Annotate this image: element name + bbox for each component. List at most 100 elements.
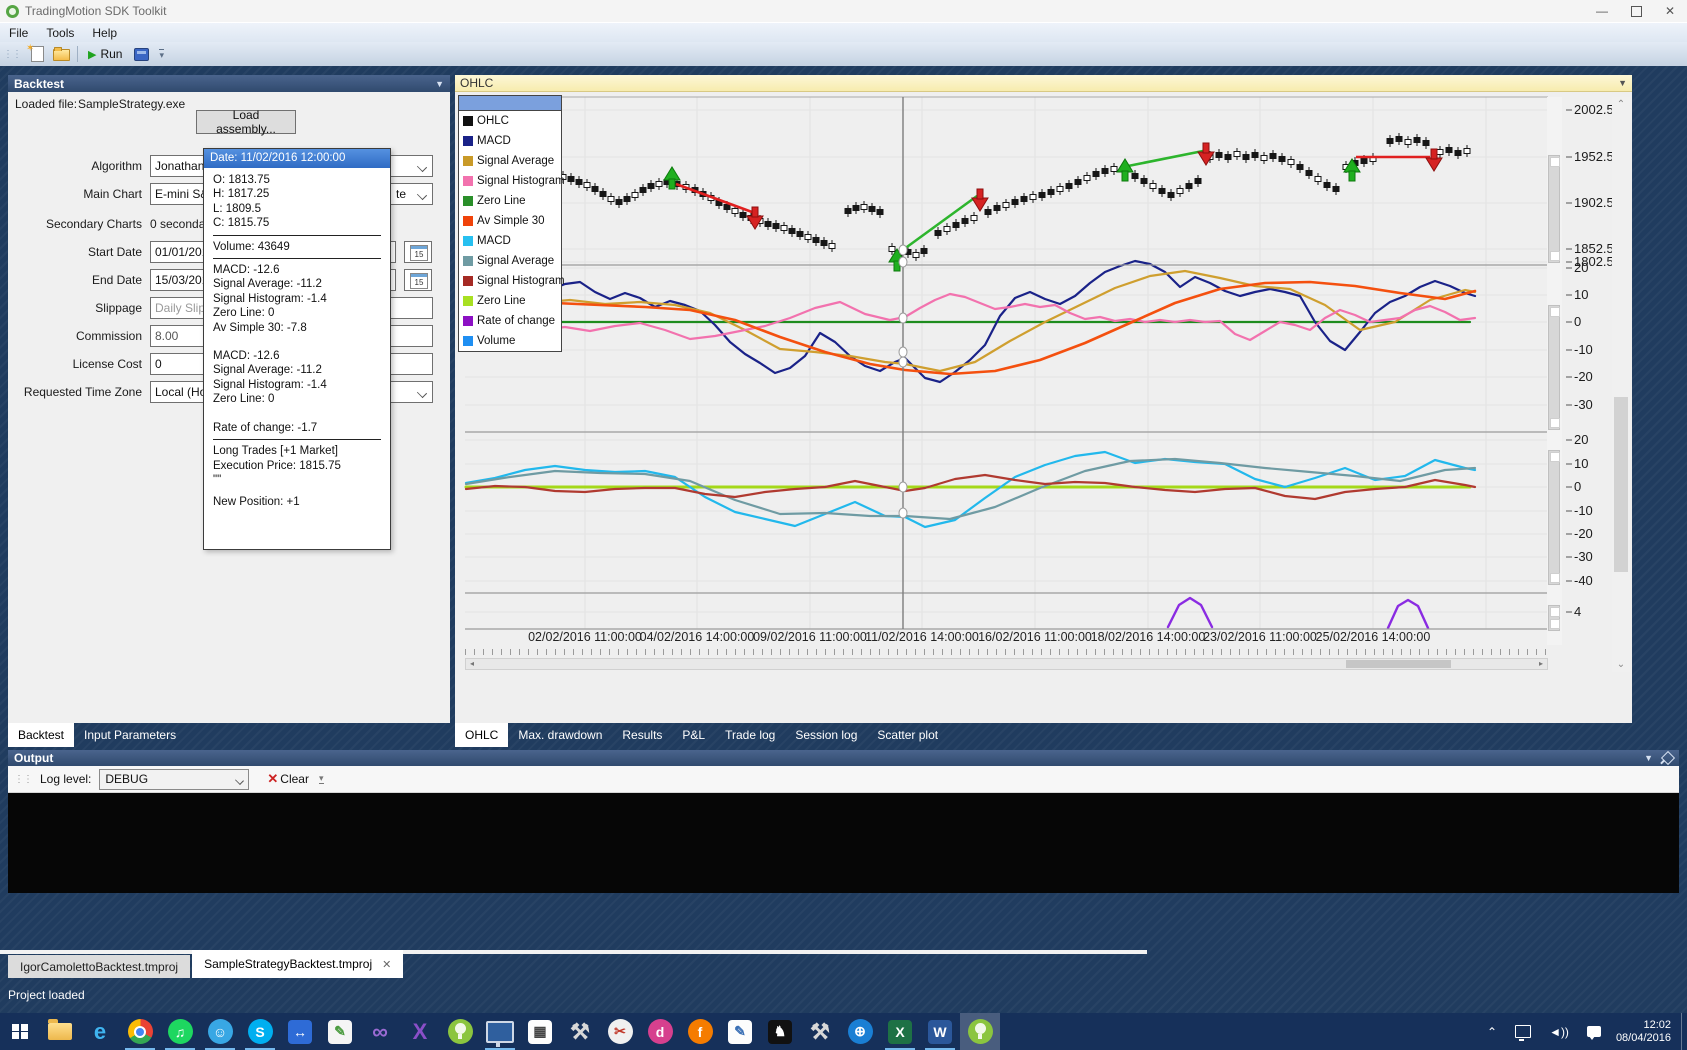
chart-panel-menu-arrow-icon[interactable]: ▼: [1618, 78, 1627, 88]
report-window-icon[interactable]: [134, 47, 150, 61]
pin-icon[interactable]: [1660, 750, 1676, 766]
taskbar-icon-start[interactable]: [0, 1013, 40, 1050]
horizontal-scrollbar[interactable]: ◂ ▸: [465, 658, 1548, 670]
log-level-value: DEBUG: [105, 771, 149, 786]
menu-item-tools[interactable]: Tools: [37, 23, 83, 43]
volume-panel-scroll-thumb[interactable]: [1548, 605, 1560, 631]
taskbar-icon-file-explorer[interactable]: [40, 1013, 80, 1050]
taskbar-clock[interactable]: 12:02 08/04/2016: [1616, 1019, 1671, 1045]
chart-tab-scatter-plot[interactable]: Scatter plot: [867, 723, 948, 747]
taskbar-icon-paint-app[interactable]: ✎: [720, 1013, 760, 1050]
taskbar-icon-skype[interactable]: S: [240, 1013, 280, 1050]
taskbar-icon-snipping-tool[interactable]: ✂: [600, 1013, 640, 1050]
scroll-left-arrow-icon[interactable]: ◂: [466, 659, 478, 669]
close-button[interactable]: ✕: [1653, 0, 1687, 22]
taskbar-icon-excel[interactable]: X: [880, 1013, 920, 1050]
output-menu-arrow-icon[interactable]: ▼: [1644, 753, 1653, 763]
legend-item-ohlc[interactable]: OHLC: [459, 111, 561, 131]
open-project-icon[interactable]: [52, 46, 70, 62]
show-desktop-button[interactable]: [1681, 1013, 1687, 1050]
chart-tab-trade-log[interactable]: Trade log: [715, 723, 785, 747]
chart-tab-p-l[interactable]: P&L: [672, 723, 715, 747]
network-icon[interactable]: [1515, 1025, 1532, 1041]
legend-item-signal-average[interactable]: Signal Average: [459, 251, 561, 271]
taskbar-icon-edge-browser[interactable]: e: [80, 1013, 120, 1050]
chart-tab-results[interactable]: Results: [612, 723, 672, 747]
taskbar-icon-notes-app[interactable]: ✎: [320, 1013, 360, 1050]
price-panel-scroll-thumb[interactable]: [1548, 155, 1560, 263]
document-tab[interactable]: SampleStrategyBacktest.tmproj ✕: [192, 950, 404, 978]
run-button[interactable]: ▶ Run: [82, 45, 128, 63]
taskbar-icon-goat-app[interactable]: ♞: [760, 1013, 800, 1050]
toolbar-overflow-icon[interactable]: ▾: [159, 48, 165, 60]
close-tab-icon[interactable]: ✕: [382, 958, 391, 971]
legend-item-av-simple-30[interactable]: Av Simple 30: [459, 211, 561, 231]
ohlc-chart-canvas[interactable]: 2002.51952.51902.51852.51802.520100-10-2…: [455, 92, 1632, 648]
taskbar-icon-build-tools[interactable]: ⚒: [560, 1013, 600, 1050]
tray-expand-icon[interactable]: ⌃: [1487, 1025, 1497, 1039]
vertical-scrollbar-thumb[interactable]: [1614, 397, 1628, 572]
menu-item-file[interactable]: File: [0, 23, 37, 43]
taskbar-icon-build-tools-2[interactable]: ⚒: [800, 1013, 840, 1050]
load-assembly-button[interactable]: Load assembly...: [196, 108, 296, 136]
legend-item-macd[interactable]: MACD: [459, 231, 561, 251]
clear-button[interactable]: ✕ Clear: [267, 771, 309, 787]
log-level-combobox[interactable]: DEBUG: [99, 768, 250, 790]
crosshair-marker: [898, 507, 908, 519]
legend-item-macd[interactable]: MACD: [459, 131, 561, 151]
chart-tab-ohlc[interactable]: OHLC: [455, 723, 509, 747]
y-axis-label: -30: [1574, 549, 1593, 564]
new-project-icon[interactable]: ✶: [26, 43, 46, 62]
taskbar-icon-tradingmotion-bulb[interactable]: [440, 1013, 480, 1050]
panel-resize-scroll-column[interactable]: [1547, 97, 1562, 645]
scroll-right-arrow-icon[interactable]: ▸: [1535, 659, 1547, 669]
scroll-up-arrow-icon[interactable]: ⌃: [1612, 99, 1630, 110]
document-tab[interactable]: IgorCamolettoBacktest.tmproj: [8, 955, 191, 978]
output-overflow-icon[interactable]: ▾: [318, 774, 324, 784]
scroll-down-arrow-icon[interactable]: ⌄: [1612, 659, 1630, 670]
taskbar-icon-teamviewer[interactable]: ↔: [280, 1013, 320, 1050]
legend-item-signal-histogram[interactable]: Signal Histogram: [459, 171, 565, 191]
macd-panel-scroll-thumb[interactable]: [1548, 305, 1560, 430]
legend-item-rate-of-change[interactable]: Rate of change: [459, 311, 561, 331]
taskbar-icon-chrome-browser[interactable]: [120, 1013, 160, 1050]
volume-icon[interactable]: ◄)): [1549, 1025, 1569, 1039]
taskbar-icon-hipchat[interactable]: ☺: [200, 1013, 240, 1050]
taskbar-icon-remote-desktop[interactable]: [480, 1013, 520, 1050]
legend-item-zero-line[interactable]: Zero Line: [459, 191, 561, 211]
taskbar-icon-blue-badge-app[interactable]: ⊕: [840, 1013, 880, 1050]
chart-legend[interactable]: OHLC MACD Signal Average Signal Histogram Ze…: [458, 95, 565, 352]
taskbar-icon-spotify[interactable]: ♫: [160, 1013, 200, 1050]
legend-item-signal-average[interactable]: Signal Average: [459, 151, 561, 171]
menu-item-help[interactable]: Help: [83, 23, 126, 43]
restore-button[interactable]: [1619, 0, 1653, 22]
chevron-down-icon: [416, 387, 428, 399]
legend-item-zero-line[interactable]: Zero Line: [459, 291, 561, 311]
calendar-button[interactable]: 15: [404, 241, 432, 263]
calculator-glyph: ▦: [528, 1019, 552, 1044]
taskbar-icon-firefox[interactable]: f: [680, 1013, 720, 1050]
panel-menu-arrow-icon[interactable]: ▼: [435, 79, 444, 89]
legend-item-signal-histogram[interactable]: Signal Histogram: [459, 271, 565, 291]
horizontal-scrollbar-thumb[interactable]: [1346, 660, 1451, 668]
legend-item-volume[interactable]: Volume: [459, 331, 561, 351]
notification-icon[interactable]: [1586, 1026, 1601, 1040]
calendar-button[interactable]: 15: [404, 269, 432, 291]
tab-backtest[interactable]: Backtest: [8, 723, 75, 747]
vertical-scrollbar[interactable]: ⌃ ⌄: [1612, 97, 1630, 672]
taskbar-icon-pink-d-app[interactable]: d: [640, 1013, 680, 1050]
output-console[interactable]: [8, 793, 1679, 893]
tab-input-parameters[interactable]: Input Parameters: [74, 723, 186, 747]
chart-tab-max-drawdown[interactable]: Max. drawdown: [508, 723, 612, 747]
chart-tab-session-log[interactable]: Session log: [785, 723, 867, 747]
minimize-button[interactable]: —: [1585, 0, 1619, 22]
taskbar-icon-tradingmotion-active[interactable]: [960, 1013, 1000, 1050]
taskbar-icon-vs-blend[interactable]: ∞: [360, 1013, 400, 1050]
taskbar-icon-word[interactable]: W: [920, 1013, 960, 1050]
macd2-panel-scroll-thumb[interactable]: [1548, 450, 1560, 585]
calendar-icon: 15: [410, 273, 428, 289]
buy-arrow-stem: [1121, 170, 1129, 182]
taskbar-icon-calculator[interactable]: ▦: [520, 1013, 560, 1050]
tooltip-date-title: Date: 11/02/2016 12:00:00: [204, 149, 390, 168]
taskbar-icon-visual-studio[interactable]: X: [400, 1013, 440, 1050]
